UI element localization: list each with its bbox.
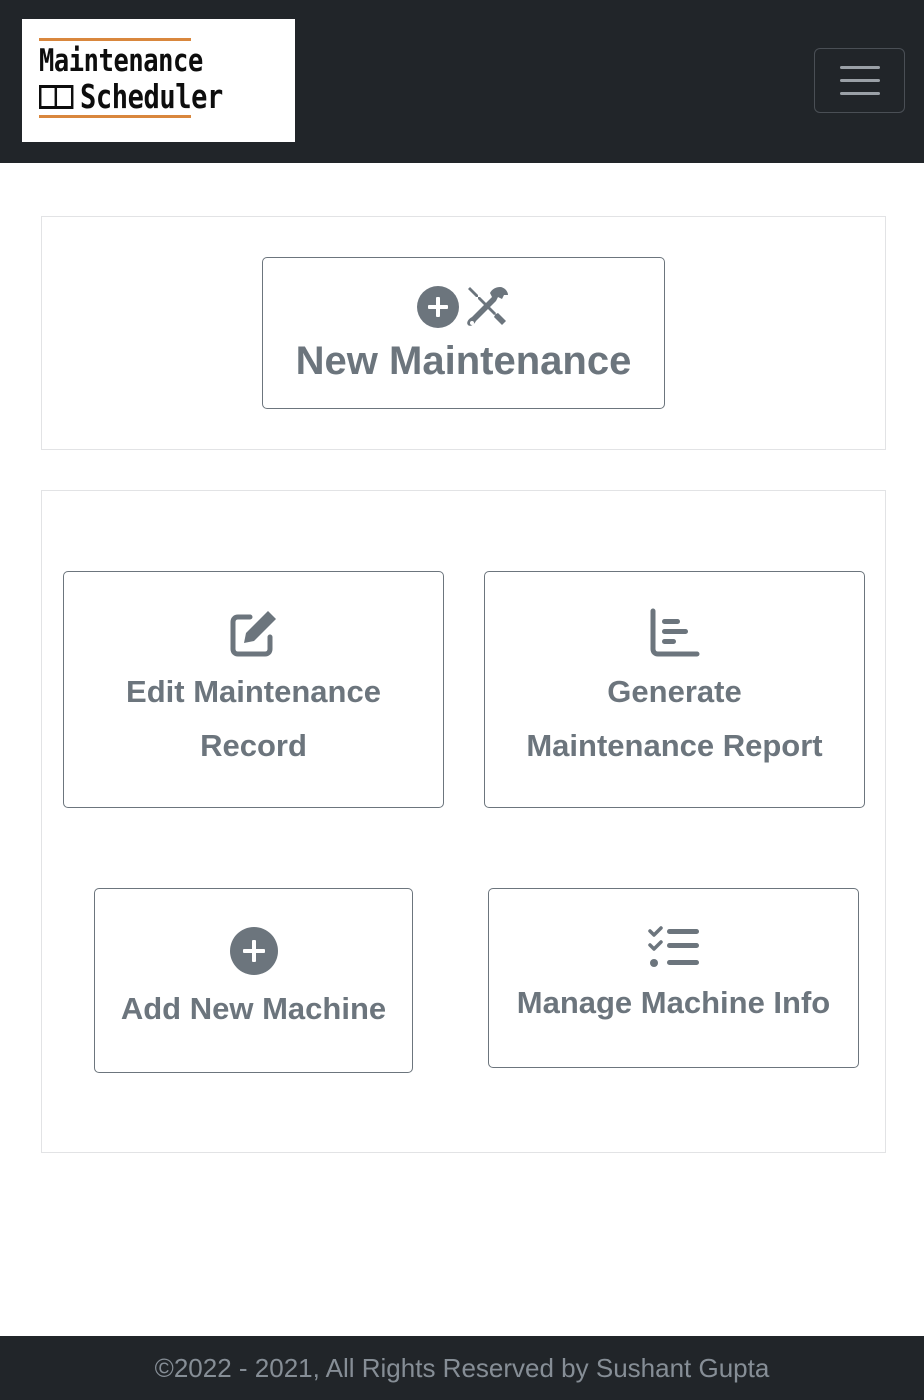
edit-record-label-line1: Edit Maintenance bbox=[126, 673, 381, 709]
new-maintenance-button[interactable]: New Maintenance bbox=[262, 257, 665, 409]
logo-accent-bar-bottom bbox=[39, 115, 191, 118]
report-label-line1: Generate bbox=[607, 673, 742, 709]
footer: ©2022 - 2021, All Rights Reserved by Sus… bbox=[0, 1336, 924, 1400]
edit-maintenance-record-button[interactable]: Edit Maintenance Record bbox=[63, 571, 444, 808]
plus-circle-icon bbox=[229, 926, 278, 975]
tools-icon bbox=[466, 286, 508, 326]
hamburger-icon bbox=[840, 79, 880, 82]
brand-line2: Scheduler bbox=[80, 77, 223, 116]
footer-copyright: ©2022 - 2021, All Rights Reserved by Sus… bbox=[154, 1352, 770, 1383]
brand-logo[interactable]: Maintenance Scheduler bbox=[22, 19, 295, 142]
navbar-toggler-button[interactable] bbox=[814, 48, 905, 113]
bar-chart-icon bbox=[650, 608, 699, 656]
plus-circle-icon bbox=[416, 285, 459, 328]
hamburger-icon bbox=[840, 66, 880, 69]
add-new-machine-button[interactable]: Add New Machine bbox=[94, 888, 413, 1073]
add-machine-label: Add New Machine bbox=[120, 990, 387, 1026]
brand-line1: Maintenance bbox=[39, 43, 203, 79]
list-check-icon bbox=[647, 926, 699, 967]
logo-accent-bar-top bbox=[39, 38, 191, 41]
edit-record-label-line2: Record bbox=[200, 727, 307, 763]
new-maintenance-label: New Maintenance bbox=[295, 338, 632, 383]
hamburger-icon bbox=[840, 92, 880, 95]
brand-line2-wrap: Scheduler bbox=[39, 77, 223, 116]
logo-box-icon bbox=[39, 84, 74, 109]
manage-machine-label: Manage Machine Info bbox=[516, 985, 831, 1020]
edit-icon bbox=[230, 610, 276, 656]
manage-machine-info-button[interactable]: Manage Machine Info bbox=[488, 888, 859, 1068]
navbar: Maintenance Scheduler bbox=[0, 0, 924, 163]
report-label-line2: Maintenance Report bbox=[526, 727, 823, 763]
new-maintenance-icons bbox=[416, 283, 512, 331]
generate-maintenance-report-button[interactable]: Generate Maintenance Report bbox=[484, 571, 865, 808]
